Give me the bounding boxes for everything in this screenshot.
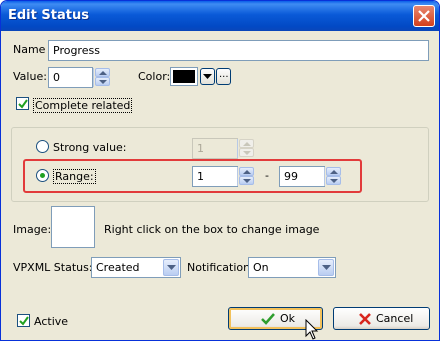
image-label: Image: xyxy=(13,223,52,236)
close-icon xyxy=(359,313,371,325)
title-bar[interactable]: Edit Status xyxy=(1,1,439,31)
name-field[interactable]: Progress xyxy=(48,40,429,61)
active-label: Active xyxy=(34,315,69,328)
radio-selected-dot xyxy=(40,173,45,178)
value-stepper[interactable] xyxy=(93,68,110,87)
chevron-down-icon xyxy=(330,179,338,183)
chevron-down-icon xyxy=(203,74,212,79)
chevron-up-icon xyxy=(99,71,107,75)
value-field[interactable]: 0 xyxy=(48,67,93,88)
chevron-up-icon xyxy=(243,142,251,146)
notification-dropdown-button[interactable] xyxy=(318,259,334,276)
checkmark-icon xyxy=(19,316,29,326)
color-more-button[interactable]: ... xyxy=(216,68,231,85)
range-label: Range: xyxy=(53,169,96,184)
chevron-down-icon xyxy=(243,151,251,155)
strong-value-stepper-up[interactable] xyxy=(239,139,254,148)
value-label: Value: xyxy=(13,70,47,83)
range-from-stepper-down[interactable] xyxy=(239,176,254,185)
strong-value-stepper-down[interactable] xyxy=(239,148,254,157)
cancel-label: Cancel xyxy=(376,312,414,325)
notification-label: Notification: xyxy=(187,261,254,274)
chevron-down-icon xyxy=(167,265,176,270)
vpxml-status-select[interactable]: Created xyxy=(91,257,181,278)
complete-related-checkbox[interactable] xyxy=(16,97,29,110)
range-separator: - xyxy=(265,169,269,182)
mouse-cursor-icon xyxy=(305,319,319,340)
ok-label: Ok xyxy=(280,312,296,325)
color-swatch-fill xyxy=(173,70,195,83)
range-to-stepper-down[interactable] xyxy=(326,176,341,185)
strong-value-radio[interactable] xyxy=(36,140,49,153)
name-label: Name xyxy=(13,43,46,56)
color-label: Color: xyxy=(138,70,171,83)
strong-value-field[interactable]: 1 xyxy=(192,138,238,159)
color-more-label: ... xyxy=(219,69,229,80)
color-swatch[interactable] xyxy=(170,67,198,86)
vpxml-status-value: Created xyxy=(96,261,140,274)
complete-related-label[interactable]: Complete related xyxy=(33,98,133,113)
range-from-stepper[interactable] xyxy=(237,167,254,186)
value-stepper-down[interactable] xyxy=(95,77,110,86)
cancel-button[interactable]: Cancel xyxy=(333,307,430,330)
close-button[interactable] xyxy=(413,5,435,27)
active-checkbox[interactable] xyxy=(17,314,30,327)
chevron-up-icon xyxy=(243,170,251,174)
window-title: Edit Status xyxy=(8,8,89,23)
value-stepper-up[interactable] xyxy=(95,68,110,77)
color-dropdown-button[interactable] xyxy=(200,68,215,85)
range-to-field[interactable]: 99 xyxy=(279,166,325,187)
strong-value-stepper[interactable] xyxy=(237,139,254,158)
range-radio[interactable] xyxy=(36,169,49,182)
chevron-down-icon xyxy=(322,265,331,270)
range-to-stepper[interactable] xyxy=(324,167,341,186)
range-from-field[interactable]: 1 xyxy=(192,166,238,187)
checkmark-icon xyxy=(18,99,28,109)
checkmark-icon xyxy=(261,313,275,325)
range-from-stepper-up[interactable] xyxy=(239,167,254,176)
chevron-down-icon xyxy=(99,80,107,84)
chevron-down-icon xyxy=(243,179,251,183)
vpxml-status-label: VPXML Status: xyxy=(13,261,93,274)
notification-value: On xyxy=(253,261,269,274)
notification-select[interactable]: On xyxy=(248,257,336,278)
close-icon xyxy=(418,10,430,22)
edit-status-dialog: Edit Status Name Progress Value: 0 Color… xyxy=(0,0,440,341)
image-box[interactable] xyxy=(51,206,95,248)
image-hint: Right click on the box to change image xyxy=(104,223,320,236)
strong-value-label: Strong value: xyxy=(53,141,127,154)
vpxml-status-dropdown-button[interactable] xyxy=(163,259,179,276)
range-to-stepper-up[interactable] xyxy=(326,167,341,176)
chevron-up-icon xyxy=(330,170,338,174)
